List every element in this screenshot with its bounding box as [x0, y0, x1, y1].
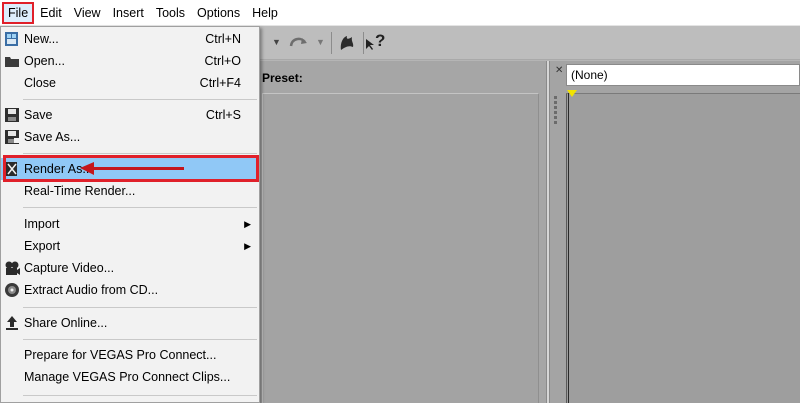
toolbar: ▼ ▼ ? [260, 26, 800, 60]
menu-item-manage-connect-clips[interactable]: Manage VEGAS Pro Connect Clips... [1, 366, 259, 388]
menu-item-label: Save [24, 108, 53, 122]
menu-help[interactable]: Help [246, 2, 284, 24]
menu-item-export[interactable]: Export ▶ [1, 235, 259, 257]
menu-tools[interactable]: Tools [150, 2, 191, 24]
share-upload-icon [4, 315, 20, 331]
preset-list[interactable] [262, 93, 539, 403]
menu-item-shortcut: Ctrl+N [205, 32, 241, 46]
menu-item-label: Share Online... [24, 316, 108, 330]
toolbar-separator [331, 32, 332, 54]
save-as-icon [4, 129, 20, 145]
menu-item-label: Export [24, 239, 61, 253]
menu-file[interactable]: File [2, 1, 35, 24]
menu-bar: File Edit View Insert Tools Options Help [0, 0, 800, 26]
playhead-line [568, 93, 569, 403]
new-project-icon [4, 31, 20, 47]
menu-separator [23, 153, 257, 154]
menu-item-save[interactable]: Save Ctrl+S [1, 104, 259, 126]
menu-item-close[interactable]: Close Ctrl+F4 [1, 72, 259, 94]
menu-item-capture-video[interactable]: Capture Video... [1, 257, 259, 279]
menu-item-share-online[interactable]: Share Online... [1, 312, 259, 334]
annotation-arrow-shaft [92, 167, 184, 170]
menu-item-label: New... [24, 32, 59, 46]
menu-item-shortcut: Ctrl+S [205, 108, 241, 122]
panel-grip-icon[interactable] [554, 111, 557, 114]
menu-view[interactable]: View [68, 2, 107, 24]
whats-this-help-icon[interactable] [337, 33, 357, 53]
menu-item-label: Manage VEGAS Pro Connect Clips... [24, 370, 231, 384]
menu-item-label: Save As... [24, 130, 81, 144]
redo-icon[interactable] [288, 33, 310, 53]
redo-dropdown-icon[interactable]: ▼ [316, 37, 325, 57]
menu-item-new[interactable]: New... Ctrl+N [1, 28, 259, 50]
menu-item-open[interactable]: Open... Ctrl+O [1, 50, 259, 72]
help-glyph: ? [375, 31, 386, 50]
file-menu-dropdown: New... Ctrl+N Open... Ctrl+O Close Ctrl+… [0, 26, 260, 403]
menu-item-real-time-render[interactable]: Real-Time Render... [1, 180, 259, 202]
close-panel-icon[interactable]: ✕ [555, 65, 563, 76]
menu-item-prepare-connect[interactable]: Prepare for VEGAS Pro Connect... [1, 344, 259, 366]
menu-insert[interactable]: Insert [107, 2, 150, 24]
menu-item-import[interactable]: Import ▶ [1, 213, 259, 235]
menu-item-label: Close [24, 76, 56, 90]
annotation-arrow-icon [80, 162, 94, 175]
menu-separator [23, 307, 257, 308]
panel-grip-icon[interactable] [554, 121, 557, 124]
timeline-preview[interactable] [566, 93, 800, 403]
save-icon [4, 107, 20, 123]
undo-dropdown-icon[interactable]: ▼ [272, 37, 281, 57]
menu-separator [23, 339, 257, 340]
menu-options[interactable]: Options [191, 2, 246, 24]
menu-item-label: Extract Audio from CD... [24, 283, 159, 297]
panel-grip-icon[interactable] [554, 106, 557, 109]
panel-grip-icon[interactable] [554, 96, 557, 99]
menu-item-label: Prepare for VEGAS Pro Connect... [24, 348, 217, 362]
menu-item-label: Real-Time Render... [24, 184, 136, 198]
menu-item-extract-audio[interactable]: Extract Audio from CD... [1, 279, 259, 301]
menu-separator [23, 99, 257, 100]
submenu-arrow-icon: ▶ [244, 241, 251, 251]
menu-item-shortcut: Ctrl+O [204, 54, 241, 68]
preset-label: Preset: [262, 71, 303, 85]
toolbar-separator [363, 32, 364, 54]
folder-open-icon [4, 53, 20, 69]
menu-edit[interactable]: Edit [34, 2, 68, 24]
context-help-icon[interactable]: ? [366, 31, 386, 51]
menu-item-shortcut: Ctrl+F4 [199, 76, 241, 90]
menu-item-label: Import [24, 217, 60, 231]
cd-icon [4, 282, 20, 298]
playhead-marker-icon[interactable] [567, 90, 577, 97]
menu-separator [23, 395, 257, 396]
camera-icon [4, 260, 20, 276]
panel-grip-icon[interactable] [554, 116, 557, 119]
panel-grip-icon[interactable] [554, 101, 557, 104]
menu-item-label: Open... [24, 54, 65, 68]
submenu-arrow-icon: ▶ [244, 219, 251, 229]
menu-separator [23, 207, 257, 208]
preview-selector[interactable]: (None) [566, 64, 800, 86]
menu-item-label: Capture Video... [24, 261, 115, 275]
menu-item-save-as[interactable]: Save As... [1, 126, 259, 148]
